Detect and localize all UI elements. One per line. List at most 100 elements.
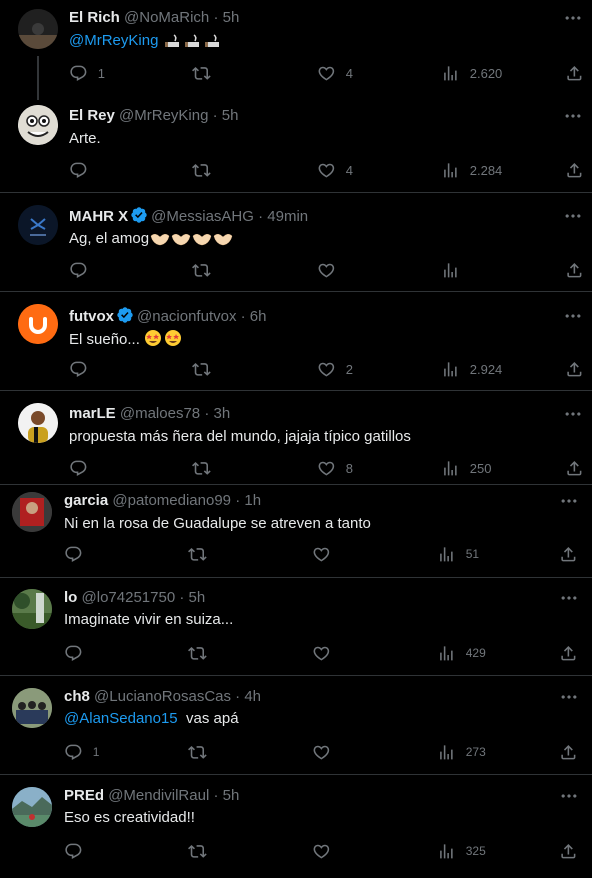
display-name[interactable]: El Rich [69, 9, 120, 26]
share-button[interactable] [559, 742, 578, 762]
reply-button[interactable] [69, 458, 88, 478]
display-name[interactable]: El Rey [69, 107, 115, 124]
mention-link[interactable]: @AlanSedano15 [64, 710, 178, 727]
avatar[interactable] [18, 205, 58, 245]
reply-button[interactable] [64, 841, 83, 861]
user-handle[interactable]: @MendivilRaul [108, 787, 209, 804]
timestamp[interactable]: 49min [267, 208, 308, 225]
share-button[interactable] [559, 643, 578, 663]
more-icon[interactable] [563, 206, 583, 226]
user-handle[interactable]: @MessiasAHG [151, 208, 254, 225]
tweet[interactable]: PREd @MendivilRaul · 5h Eso es creativid… [0, 775, 592, 878]
display-name[interactable]: ch8 [64, 688, 90, 705]
retweet-button[interactable] [192, 160, 211, 180]
views-button[interactable]: 250 [441, 458, 491, 478]
retweet-button[interactable] [192, 63, 211, 83]
timestamp[interactable]: 5h [223, 787, 240, 804]
like-button[interactable]: 2 [317, 359, 353, 379]
more-icon[interactable] [559, 786, 579, 806]
timestamp[interactable]: 6h [250, 308, 267, 325]
avatar[interactable] [12, 688, 52, 728]
share-button[interactable] [559, 841, 578, 861]
timestamp[interactable]: 1h [244, 492, 261, 509]
share-button[interactable] [565, 63, 584, 83]
more-icon[interactable] [559, 588, 579, 608]
user-handle[interactable]: @patomediano99 [112, 492, 231, 509]
retweet-button[interactable] [188, 643, 207, 663]
avatar[interactable] [12, 492, 52, 532]
user-handle[interactable]: @lo74251750 [82, 589, 176, 606]
like-button[interactable]: 4 [317, 160, 353, 180]
tweet[interactable]: lo @lo74251750 · 5h Imaginate vivir en s… [0, 577, 592, 676]
avatar[interactable] [18, 9, 58, 49]
retweet-button[interactable] [192, 260, 211, 280]
views-button[interactable]: 2.284 [441, 160, 502, 180]
more-icon[interactable] [563, 306, 583, 326]
like-button[interactable] [312, 841, 331, 861]
display-name[interactable]: PREd [64, 787, 104, 804]
mention-link[interactable]: @MrReyKing [69, 32, 158, 49]
like-button[interactable] [312, 643, 331, 663]
more-icon[interactable] [563, 106, 583, 126]
like-button[interactable]: 8 [317, 458, 353, 478]
views-button[interactable]: 273 [437, 742, 486, 762]
share-button[interactable] [565, 458, 584, 478]
avatar[interactable] [18, 304, 58, 344]
avatar[interactable] [18, 105, 58, 145]
views-button[interactable]: 325 [437, 841, 486, 861]
reply-button[interactable]: 1 [64, 742, 99, 762]
avatar[interactable] [12, 787, 52, 827]
display-name[interactable]: garcia [64, 492, 108, 509]
retweet-button[interactable] [188, 742, 207, 762]
avatar[interactable] [18, 403, 58, 443]
like-button[interactable] [317, 260, 336, 280]
user-handle[interactable]: @MrReyKing [119, 107, 208, 124]
display-name[interactable]: marLE [69, 405, 116, 422]
tweet[interactable]: El Rey @MrReyKing · 5h Arte. 4 2.284 [0, 96, 592, 193]
more-icon[interactable] [559, 491, 579, 511]
tweet[interactable]: garcia @patomediano99 · 1h Ni en la rosa… [0, 484, 592, 578]
reply-button[interactable] [69, 260, 88, 280]
more-icon[interactable] [563, 8, 583, 28]
timestamp[interactable]: 5h [222, 107, 239, 124]
user-handle[interactable]: @maloes78 [120, 405, 200, 422]
timestamp[interactable]: 5h [223, 9, 240, 26]
reply-button[interactable] [64, 643, 83, 663]
tweet[interactable]: ch8 @LucianoRosasCas · 4h @AlanSedano15 … [0, 676, 592, 775]
reply-button[interactable] [69, 359, 88, 379]
timestamp[interactable]: 5h [189, 589, 206, 606]
tweet[interactable]: MAHR X @MessiasAHG · 49min Ag, el amog [0, 193, 592, 292]
reply-button[interactable]: 1 [69, 63, 105, 83]
tweet[interactable]: futvox @nacionfutvox · 6h El sueño... 2 2… [0, 292, 592, 391]
views-button[interactable] [441, 260, 460, 280]
like-button[interactable]: 4 [317, 63, 353, 83]
retweet-button[interactable] [188, 841, 207, 861]
views-button[interactable]: 429 [437, 643, 486, 663]
views-button[interactable]: 2.620 [441, 63, 502, 83]
more-icon[interactable] [563, 404, 583, 424]
retweet-button[interactable] [192, 458, 211, 478]
more-icon[interactable] [559, 687, 579, 707]
user-handle[interactable]: @LucianoRosasCas [94, 688, 231, 705]
timestamp[interactable]: 4h [244, 688, 261, 705]
reply-button[interactable] [64, 544, 83, 564]
share-button[interactable] [565, 260, 584, 280]
user-handle[interactable]: @NoMaRich [124, 9, 209, 26]
retweet-button[interactable] [188, 544, 207, 564]
timestamp[interactable]: 3h [213, 405, 230, 422]
share-button[interactable] [565, 359, 584, 379]
tweet[interactable]: El Rich @NoMaRich · 5h @MrReyKing 1 4 2.… [0, 0, 592, 100]
display-name[interactable]: lo [64, 589, 77, 606]
share-button[interactable] [565, 160, 584, 180]
reply-button[interactable] [69, 160, 88, 180]
display-name[interactable]: MAHR X [69, 208, 128, 225]
views-button[interactable]: 51 [437, 544, 479, 564]
like-button[interactable] [312, 742, 331, 762]
display-name[interactable]: futvox [69, 308, 114, 325]
avatar[interactable] [12, 589, 52, 629]
tweet[interactable]: marLE @maloes78 · 3h propuesta más ñera … [0, 391, 592, 484]
like-button[interactable] [312, 544, 331, 564]
user-handle[interactable]: @nacionfutvox [137, 308, 236, 325]
share-button[interactable] [559, 544, 578, 564]
views-button[interactable]: 2.924 [441, 359, 502, 379]
